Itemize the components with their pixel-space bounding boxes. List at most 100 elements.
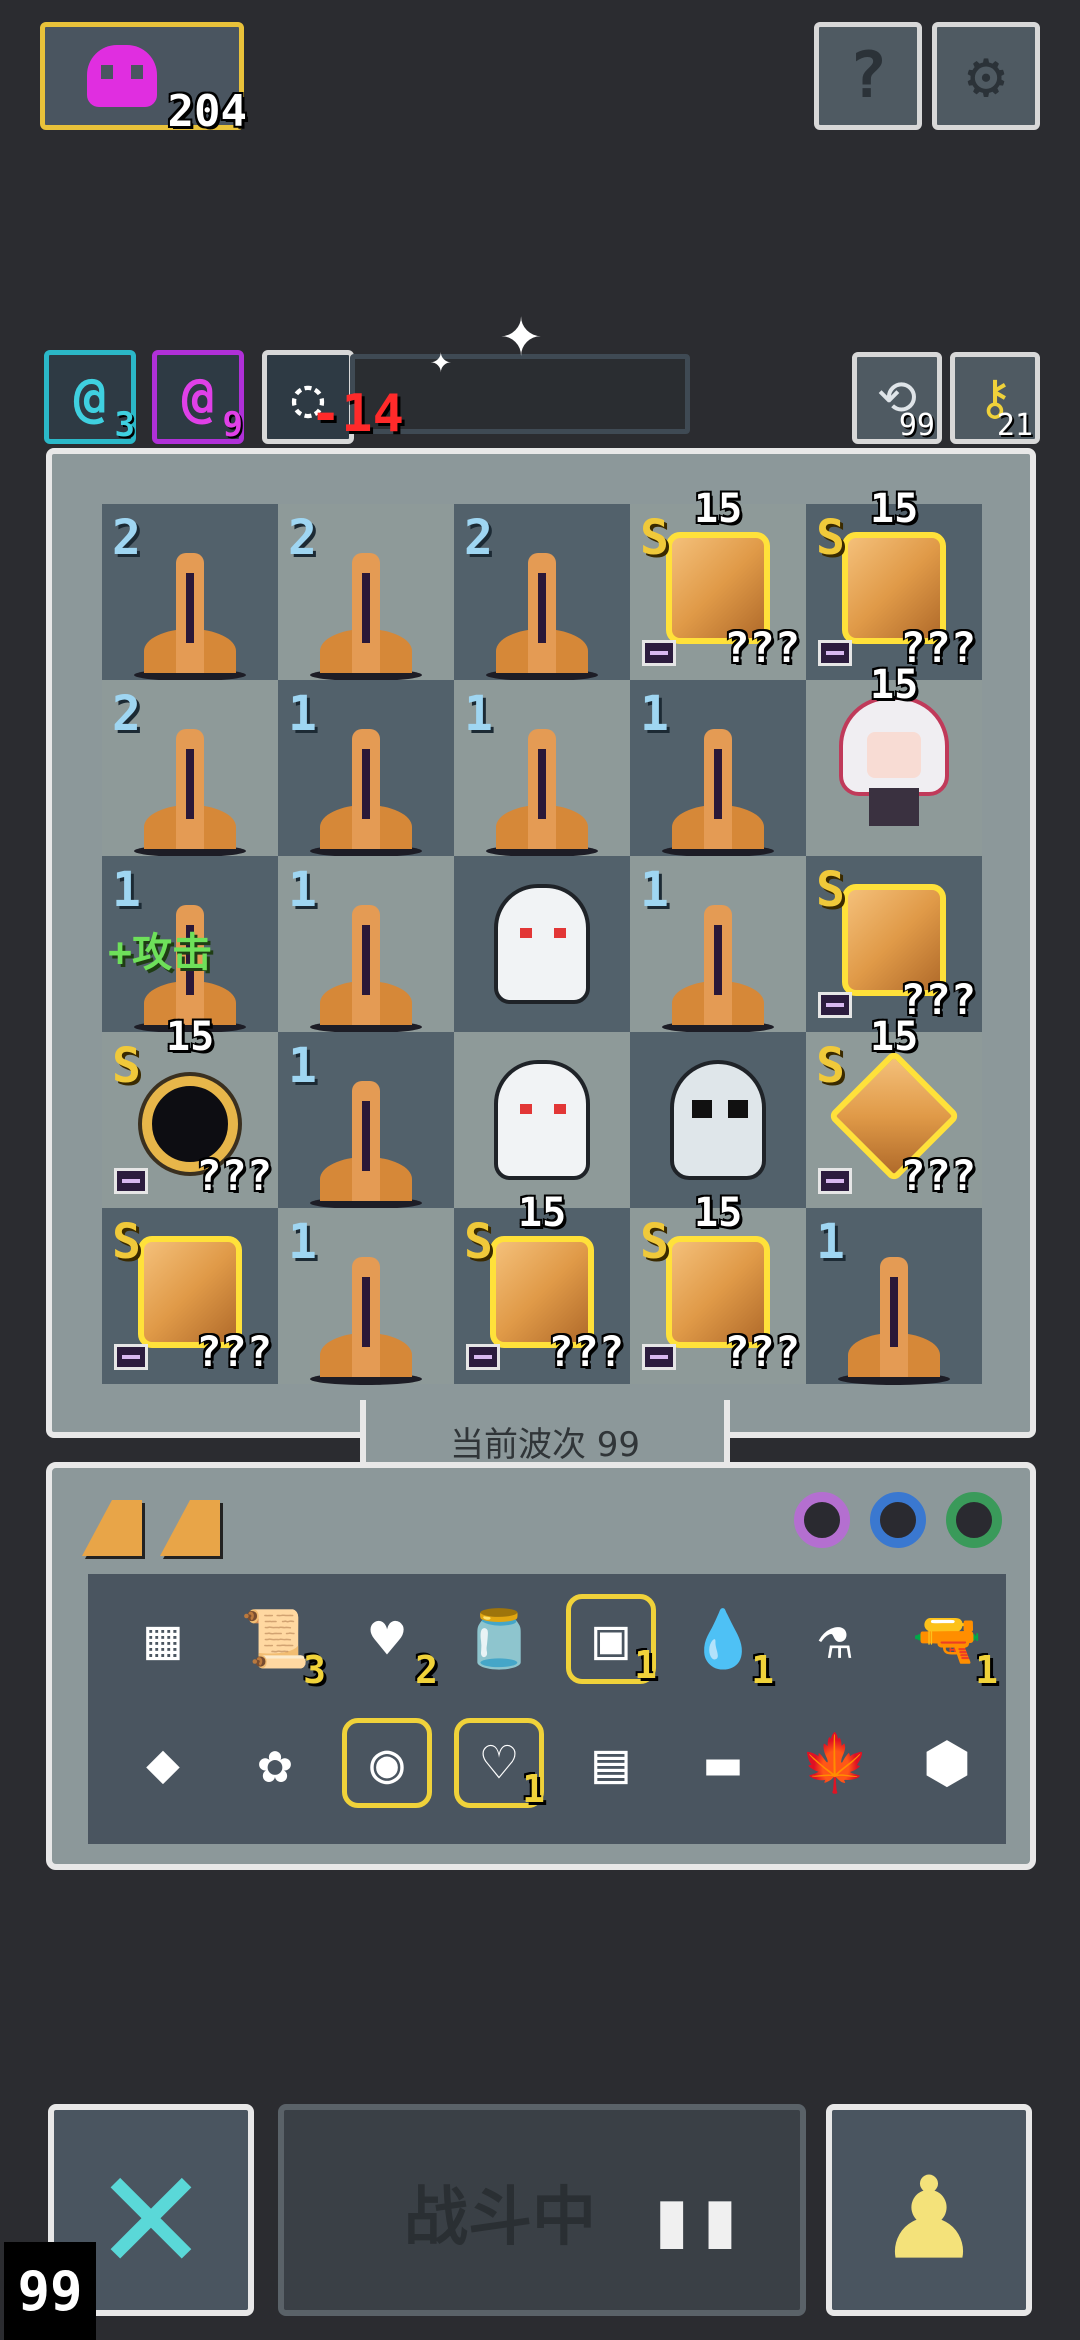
ghost-enemy-icon [494,884,590,1004]
wood-club-icon[interactable]: ▬ [678,1718,768,1808]
unit-level: 2 [464,510,493,566]
board-cell[interactable]: 1 [278,856,454,1034]
fight-button[interactable]: 战斗中 ▮▮ [278,2104,806,2316]
minus-icon[interactable] [114,1168,148,1194]
cyan-buff-icon[interactable]: @3 [44,350,136,445]
green-jar-icon[interactable]: 🫙 [454,1594,544,1684]
board-cell[interactable]: S??? 15 [630,1190,806,1384]
maple-leaf-icon[interactable]: 🍁 [790,1718,880,1808]
fight-label: 战斗中 [404,2181,596,2255]
tree-unit-icon [486,729,598,858]
unit-quantity: ??? [196,1327,272,1376]
key-button[interactable]: ⚷ 21 [950,352,1040,444]
settings-button[interactable]: ⚙ [932,22,1040,130]
board-cell[interactable]: 2 [454,504,630,682]
board-cell[interactable]: 1 [806,1208,982,1386]
board-cell[interactable]: S??? [102,1208,278,1384]
board-cell[interactable]: S??? 15 [454,1190,630,1384]
souls-counter[interactable]: 204 [40,22,247,137]
board-cell[interactable]: 2 [102,680,278,858]
magenta-buff-icon[interactable]: @9 [152,350,244,445]
minus-icon[interactable] [114,1344,148,1370]
unit-level: S [816,1038,845,1094]
unit-level: 1 [288,862,317,918]
minus-icon[interactable] [642,1344,676,1370]
item-count: 1 [751,1648,774,1692]
chip-block-icon-glyph: ▦ [146,1606,180,1672]
board-cell[interactable] [630,1032,806,1208]
board-cell[interactable]: S??? [806,856,982,1032]
blue-orb-icon[interactable]: ◉ [342,1718,432,1808]
floating-number: 15 [870,1014,919,1060]
floating-number: 15 [166,1014,215,1060]
diamond-gem-icon-glyph: ◆ [146,1730,180,1796]
water-drop-icon-glyph: 💧 [688,1607,758,1672]
minus-icon[interactable] [642,640,676,666]
minus-icon[interactable] [466,1344,500,1370]
board-cell[interactable] [454,856,630,1032]
minus-icon[interactable] [818,992,852,1018]
unit-level: 1 [288,1038,317,1094]
speed-badge[interactable]: 99 [4,2242,96,2340]
attack-buff-label: +攻击 [108,930,213,976]
board-cell[interactable]: 1 [630,856,806,1034]
wedge-item-icon[interactable] [82,1500,144,1556]
unit-level: S [816,862,845,918]
board-cell[interactable] [454,1032,630,1208]
unit-level: 1 [464,686,493,742]
pawn-button[interactable]: ♟ [826,2104,1032,2316]
board-cell[interactable]: 1 +攻击 [102,856,278,1034]
board-cell[interactable]: 1 [278,1208,454,1386]
board-cell[interactable]: 1 [278,1032,454,1210]
purple-ring-icon[interactable] [794,1492,850,1548]
board-cell[interactable]: S??? 15 [806,486,982,680]
crossed-swords-icon: ✕ [99,2111,203,2309]
board-cell[interactable]: 1 [454,680,630,858]
pistol-icon[interactable]: 🔫 1 [902,1594,998,1692]
water-drop-icon[interactable]: 💧 1 [678,1594,774,1692]
chip-block-icon[interactable]: ▦ [118,1594,208,1684]
diamond-gem-icon[interactable]: ◆ [118,1718,208,1808]
potion-flask-icon[interactable]: ⚗ [790,1594,880,1684]
wedge-item-icon[interactable] [160,1500,222,1556]
board-cell[interactable]: S??? 15 [102,1014,278,1208]
key-count: 21 [996,408,1033,443]
board-cell[interactable]: 2 [278,504,454,682]
camera-icon[interactable]: ▤ [566,1718,656,1808]
green-ring-icon[interactable] [946,1492,1002,1548]
pawn-icon: ♟ [886,2128,972,2292]
tree-unit-icon [486,553,598,682]
green-jar-icon-glyph: 🫙 [464,1607,534,1672]
unit-level: 2 [112,510,141,566]
minus-icon[interactable] [818,1168,852,1194]
board-cell[interactable]: S??? 15 [806,1014,982,1208]
stone-icon[interactable]: ⬢ [902,1718,992,1808]
question-mark-icon: ? [848,39,888,113]
minus-icon[interactable] [818,640,852,666]
scroll-icon[interactable]: 📜 3 [230,1594,326,1692]
blue-ring-icon[interactable] [870,1492,926,1548]
sparkle-icon: ✦ [500,290,543,372]
unit-quantity: ??? [724,1327,800,1376]
heart-shield-icon[interactable]: ♡ 1 [454,1718,545,1811]
board-cell[interactable]: 1 [630,680,806,858]
refresh-button[interactable]: ⟲ 99 [852,352,942,444]
board-cell[interactable]: 15 [806,662,982,856]
magenta-count: 9 [222,405,243,445]
flower-icon[interactable]: ✿ [230,1718,320,1808]
tree-unit-icon [662,729,774,858]
unit-level: 1 [640,862,669,918]
heart-shield-icon-glyph: ♡ [482,1730,516,1796]
tree-unit-icon [310,1081,422,1210]
wave-label: 当前波次 99 [449,1424,641,1465]
flower-icon-glyph: ✿ [258,1730,292,1796]
floating-number: 15 [694,486,743,532]
cpu-chip-icon[interactable]: ▣ 1 [566,1594,657,1687]
wood-club-icon-glyph: ▬ [706,1730,740,1796]
board-cell[interactable]: 2 [102,504,278,682]
heart-stone-icon[interactable]: ♥ 2 [342,1594,438,1693]
unit-level: 1 [640,686,669,742]
help-button[interactable]: ? [814,22,922,130]
board-cell[interactable]: 1 [278,680,454,858]
board-cell[interactable]: S??? 15 [630,486,806,680]
